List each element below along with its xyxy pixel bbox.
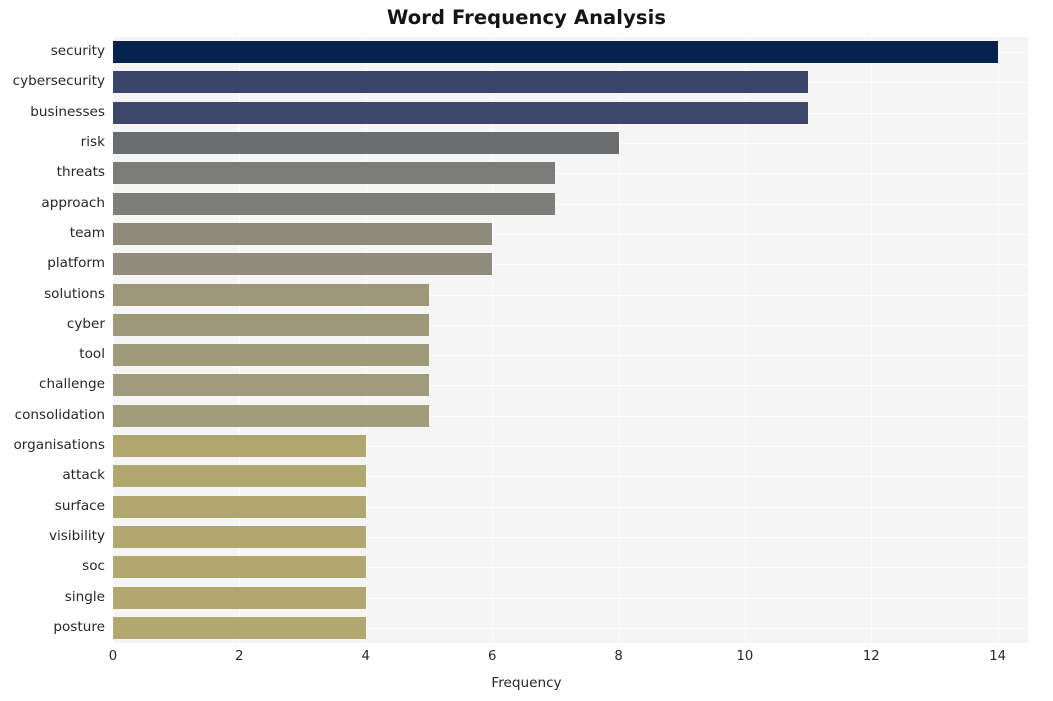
y-axis-tick-label: team — [69, 224, 105, 241]
x-gridline — [492, 37, 494, 643]
x-gridline — [365, 37, 367, 643]
x-axis-tick-label: 10 — [736, 649, 754, 664]
bar[interactable] — [113, 253, 493, 276]
y-axis-tick-label: posture — [53, 618, 105, 635]
bar[interactable] — [113, 41, 998, 64]
x-axis-tick-label: 6 — [487, 649, 497, 664]
bar[interactable] — [113, 71, 809, 94]
x-axis-tick-label: 8 — [614, 649, 623, 664]
x-gridline — [871, 37, 873, 643]
bar[interactable] — [113, 435, 366, 458]
y-axis-tick-label: tool — [79, 346, 105, 363]
y-axis-tick-label: attack — [62, 467, 105, 484]
bar[interactable] — [113, 313, 429, 336]
x-gridline — [239, 37, 241, 643]
x-gridline — [618, 37, 620, 643]
y-axis-tick-label: platform — [47, 255, 105, 272]
bar[interactable] — [113, 344, 429, 367]
bar[interactable] — [113, 465, 366, 488]
plot-area — [113, 37, 1028, 643]
y-axis-tick-label: cybersecurity — [12, 73, 105, 90]
x-gridline — [744, 37, 746, 643]
y-axis-tick-label: consolidation — [14, 406, 105, 423]
bar[interactable] — [113, 192, 556, 215]
chart-title: Word Frequency Analysis — [386, 6, 667, 29]
x-gridline — [113, 37, 114, 643]
word-frequency-chart: Word Frequency Analysis Frequency securi… — [0, 0, 1053, 701]
x-axis-tick-label: 2 — [235, 649, 244, 664]
bar[interactable] — [113, 495, 366, 518]
y-axis-tick-label: visibility — [48, 527, 105, 544]
bar[interactable] — [113, 132, 619, 155]
bar[interactable] — [113, 556, 366, 579]
x-axis-tick-label: 4 — [361, 649, 370, 664]
bar[interactable] — [113, 222, 493, 245]
y-axis-tick-label: security — [50, 43, 105, 60]
bar[interactable] — [113, 586, 366, 609]
bar[interactable] — [113, 404, 429, 427]
y-axis-tick-label: soc — [82, 558, 105, 575]
y-axis-tick-label: challenge — [39, 376, 105, 393]
bar[interactable] — [113, 162, 556, 185]
bar[interactable] — [113, 283, 429, 306]
bar[interactable] — [113, 374, 429, 397]
x-axis-title: Frequency — [491, 675, 562, 691]
x-axis-tick-label: 12 — [862, 649, 880, 664]
y-axis-tick-label: single — [64, 588, 105, 605]
y-axis-tick-label: risk — [80, 134, 105, 151]
x-axis-tick-label: 14 — [989, 649, 1007, 664]
y-axis-tick-label: businesses — [30, 103, 105, 120]
bar[interactable] — [113, 525, 366, 548]
y-axis-tick-label: surface — [54, 497, 105, 514]
y-axis-tick-label: threats — [56, 164, 105, 181]
x-gridline — [997, 37, 999, 643]
y-axis-tick-label: approach — [41, 194, 105, 211]
y-axis-tick-label: organisations — [13, 437, 105, 454]
bar[interactable] — [113, 616, 366, 639]
bar[interactable] — [113, 101, 809, 124]
y-axis-tick-label: solutions — [44, 285, 105, 302]
y-axis-tick-label: cyber — [66, 315, 105, 332]
x-axis-tick-label: 0 — [108, 649, 118, 664]
